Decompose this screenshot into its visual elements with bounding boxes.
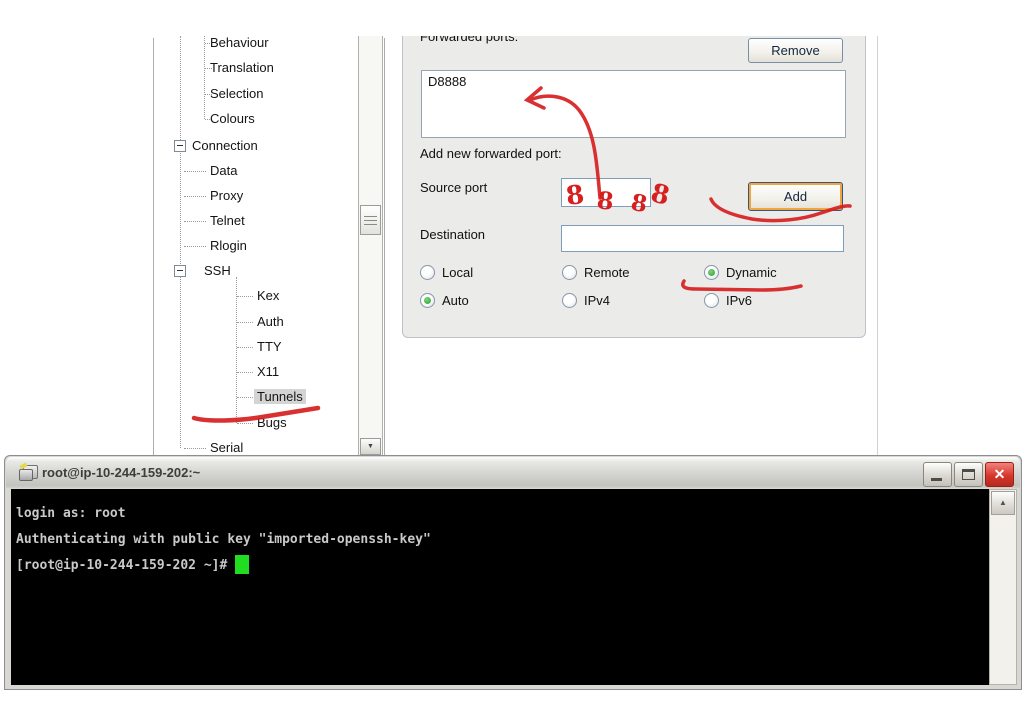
radio-auto-circle[interactable] xyxy=(420,293,435,308)
tree-panel-left-border xyxy=(153,38,154,455)
tree-item-behaviour[interactable]: Behaviour xyxy=(207,36,272,52)
tree-spine-connection-children xyxy=(180,153,181,448)
tree-item-connection[interactable]: Connection xyxy=(189,137,261,155)
tree-item-translation[interactable]: Translation xyxy=(207,59,277,77)
tree-spine-ssh-children xyxy=(236,277,237,423)
radio-dynamic-circle[interactable] xyxy=(704,265,719,280)
terminal-window: root@ip-10-244-159-202:~ ✕ login as: roo… xyxy=(4,455,1022,690)
forwarded-ports-label: Forwarded ports: xyxy=(420,36,518,44)
tree-leader xyxy=(184,246,206,247)
tree-item-x11[interactable]: X11 xyxy=(254,363,282,381)
radio-local[interactable]: Local xyxy=(420,264,540,282)
tree-leader xyxy=(237,296,253,297)
tree-expander-connection[interactable] xyxy=(174,140,186,152)
tree-leader xyxy=(184,171,206,172)
add-new-forwarded-port-label: Add new forwarded port: xyxy=(420,146,562,161)
radio-ipv6-label[interactable]: IPv6 xyxy=(726,292,752,310)
minimize-icon xyxy=(931,478,942,481)
putty-config-fragment: Behaviour Translation Selection Colours … xyxy=(0,36,1029,455)
remove-button[interactable]: Remove xyxy=(748,38,843,63)
tree-item-rlogin[interactable]: Rlogin xyxy=(207,237,250,255)
terminal-scrollbar[interactable]: ▲ xyxy=(989,489,1017,685)
radio-remote-circle[interactable] xyxy=(562,265,577,280)
terminal-line: [root@ip-10-244-159-202 ~]# xyxy=(16,553,989,579)
source-port-label: Source port xyxy=(420,180,487,195)
radio-local-label[interactable]: Local xyxy=(442,264,473,282)
radio-ipv4[interactable]: IPv4 xyxy=(562,292,682,310)
tree-scrollbar-down-button[interactable]: ▼ xyxy=(360,438,381,455)
tree-item-telnet[interactable]: Telnet xyxy=(207,212,248,230)
tree-leader xyxy=(184,448,206,449)
radio-local-circle[interactable] xyxy=(420,265,435,280)
tree-item-bugs[interactable]: Bugs xyxy=(254,414,290,432)
tree-item-proxy[interactable]: Proxy xyxy=(207,187,246,205)
destination-input[interactable] xyxy=(561,225,844,252)
add-button[interactable]: Add xyxy=(748,182,843,211)
close-icon: ✕ xyxy=(986,463,1013,486)
tree-item-colours[interactable]: Colours xyxy=(207,110,258,128)
radio-ipv6-circle[interactable] xyxy=(704,293,719,308)
terminal-cursor xyxy=(235,555,249,574)
terminal-line: Authenticating with public key "imported… xyxy=(16,527,989,553)
tree-item-auth[interactable]: Auth xyxy=(254,313,287,331)
tree-leader xyxy=(184,196,206,197)
tree-item-ssh[interactable]: SSH xyxy=(201,262,234,280)
radio-auto-label[interactable]: Auto xyxy=(442,292,469,310)
dialog-right-edge xyxy=(877,36,878,455)
window-controls: ✕ xyxy=(923,462,1014,487)
tree-item-selection[interactable]: Selection xyxy=(207,85,266,103)
radio-dynamic[interactable]: Dynamic xyxy=(704,264,824,282)
putty-app-icon xyxy=(18,464,38,481)
terminal-screen[interactable]: login as: root Authenticating with publi… xyxy=(11,489,989,685)
terminal-title: root@ip-10-244-159-202:~ xyxy=(42,457,200,488)
tree-spine-toplevel xyxy=(180,36,181,146)
maximize-button[interactable] xyxy=(954,462,983,487)
scrollbar-up-button[interactable]: ▲ xyxy=(991,491,1015,515)
tree-scrollbar-thumb[interactable] xyxy=(360,205,381,235)
tree-leader xyxy=(237,397,253,398)
radio-remote-label[interactable]: Remote xyxy=(584,264,630,282)
tree-item-tty[interactable]: TTY xyxy=(254,338,285,356)
terminal-line: login as: root xyxy=(16,501,989,527)
tree-item-data[interactable]: Data xyxy=(207,162,240,180)
terminal-titlebar[interactable]: root@ip-10-244-159-202:~ ✕ xyxy=(6,457,1020,488)
tree-leader xyxy=(184,221,206,222)
tree-item-kex[interactable]: Kex xyxy=(254,287,282,305)
tree-leader xyxy=(237,322,253,323)
source-port-input[interactable] xyxy=(561,178,651,207)
tree-expander-ssh[interactable] xyxy=(174,265,186,277)
tree-panel-right-border xyxy=(384,38,385,455)
radio-dynamic-label[interactable]: Dynamic xyxy=(726,264,777,282)
tree-leader xyxy=(237,423,253,424)
tree-leader xyxy=(237,372,253,373)
forwarded-port-entry[interactable]: D8888 xyxy=(422,71,845,92)
radio-ipv4-circle[interactable] xyxy=(562,293,577,308)
tree-spine-window-children xyxy=(204,36,205,119)
tree-leader xyxy=(237,347,253,348)
radio-remote[interactable]: Remote xyxy=(562,264,682,282)
maximize-icon xyxy=(962,469,975,480)
tree-item-tunnels[interactable]: Tunnels xyxy=(254,388,306,406)
tree-item-serial[interactable]: Serial xyxy=(207,439,246,455)
radio-ipv4-label[interactable]: IPv4 xyxy=(584,292,610,310)
minimize-button[interactable] xyxy=(923,462,952,487)
tree-scrollbar[interactable]: ▼ xyxy=(358,36,383,455)
screenshot-root: { "putty_config": { "tree": { "items": [… xyxy=(0,0,1029,712)
destination-label: Destination xyxy=(420,227,485,242)
radio-auto[interactable]: Auto xyxy=(420,292,540,310)
close-button[interactable]: ✕ xyxy=(985,462,1014,487)
forwarded-ports-listbox[interactable]: D8888 xyxy=(421,70,846,138)
